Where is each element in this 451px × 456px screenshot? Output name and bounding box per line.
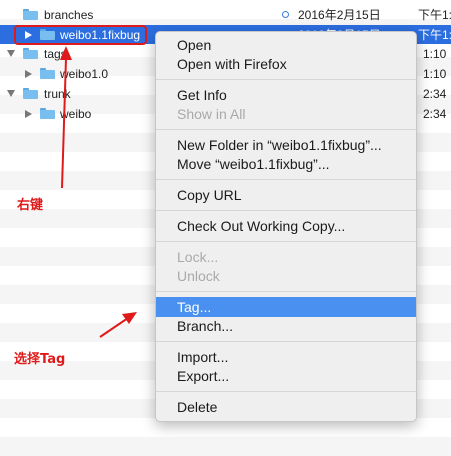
- annotation-arrow-select-tag: [99, 317, 129, 338]
- annotation-arrow-right-click: [61, 57, 67, 189]
- arrow-head-icon: [60, 46, 72, 60]
- annotation-label-select-tag: 选择Tag: [14, 352, 66, 367]
- arrow-head-icon: [122, 312, 137, 324]
- annotation-arrows: [60, 46, 137, 338]
- annotation-label-right-click: 右键: [17, 198, 44, 213]
